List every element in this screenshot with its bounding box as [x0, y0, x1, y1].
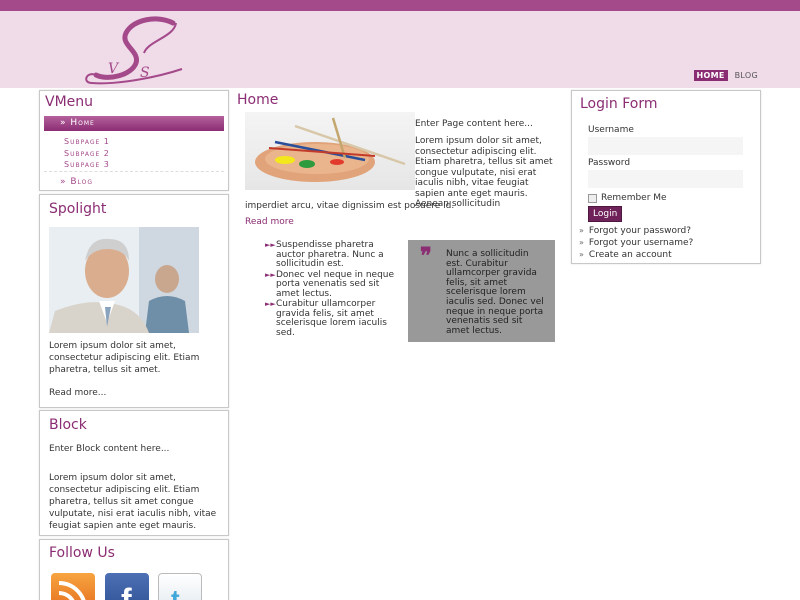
username-field[interactable]	[588, 137, 743, 155]
follow-us-title: Follow Us	[49, 545, 115, 561]
facebook-icon[interactable]: f	[105, 573, 149, 600]
block-intro: Enter Block content here...	[49, 444, 170, 454]
site-header: V S HOME BLOG	[0, 11, 800, 88]
vmenu-title: VMenu	[45, 94, 94, 110]
remember-me-label: Remember Me	[601, 193, 667, 203]
nav-home[interactable]: HOME	[693, 70, 728, 81]
list-item: ►► Suspendisse pharetra auctor pharetra. …	[265, 240, 384, 269]
bullet-list: ►► Suspendisse pharetra auctor pharetra. …	[265, 240, 395, 339]
remember-me: Remember Me	[588, 193, 667, 203]
top-nav: HOME BLOG	[693, 70, 761, 81]
remember-me-checkbox[interactable]	[588, 193, 597, 203]
vmenu-item-home[interactable]: » Home	[44, 116, 224, 131]
block-box: Block Enter Block content here... Lorem …	[39, 410, 229, 536]
svg-text:t: t	[171, 584, 180, 600]
list-item: ►► Donec vel neque in neque porta venenat…	[265, 269, 395, 299]
chevron-right-icon: »	[579, 238, 584, 247]
site-logo[interactable]: V S	[78, 15, 188, 87]
quote-text: Nunc a sollicitudin est. Curabitur ullam…	[446, 249, 544, 336]
vmenu-item-subpage-2[interactable]: Subpage 2	[64, 149, 110, 158]
palette-image	[245, 112, 415, 190]
main-paragraph: Lorem ipsum dolor sit amet, consectetur …	[415, 136, 553, 209]
main-paragraph-continued: imperdiet arcu, vitae dignissim est posu…	[245, 201, 455, 211]
login-links: » Forgot your password? » Forgot your user…	[579, 225, 693, 261]
forgot-password-link[interactable]: » Forgot your password?	[579, 225, 693, 237]
list-item: ►► Curabitur ullamcorper gravida felis, s…	[265, 299, 387, 338]
login-button[interactable]: Login	[588, 206, 623, 222]
twitter-icon[interactable]: t	[158, 573, 202, 600]
main-read-more[interactable]: Read more	[245, 217, 294, 227]
page-title: Home	[237, 92, 279, 108]
nav-blog[interactable]: BLOG	[732, 70, 761, 81]
password-label: Password	[588, 158, 631, 168]
block-title: Block	[49, 417, 87, 433]
rss-icon[interactable]	[51, 573, 95, 600]
vmenu-box: VMenu » Home Subpage 1 Subpage 2 Subpage…	[39, 90, 229, 191]
double-arrow-icon: ►►	[265, 300, 276, 308]
chevron-right-icon: »	[579, 226, 584, 235]
vmenu-item-subpage-3[interactable]: Subpage 3	[64, 160, 110, 169]
double-arrow-icon: ►►	[265, 241, 276, 249]
spotlight-photo	[49, 227, 199, 333]
svg-text:f: f	[121, 582, 132, 600]
quote-box: ❞ Nunc a sollicitudin est. Curabitur ull…	[408, 240, 555, 342]
quote-icon: ❞	[420, 243, 432, 269]
password-field[interactable]	[588, 170, 743, 188]
vmenu-item-subpage-1[interactable]: Subpage 1	[64, 137, 110, 146]
vmenu-divider	[44, 171, 224, 172]
block-text: Lorem ipsum dolor sit amet, consectetur …	[49, 473, 217, 531]
spotlight-text: Lorem ipsum dolor sit amet, consectetur …	[49, 341, 200, 375]
login-title: Login Form	[580, 96, 658, 112]
spotlight-read-more[interactable]: Read more...	[49, 388, 106, 398]
spotlight-box: Spolight Lorem ipsum dolor sit amet, con…	[39, 194, 229, 408]
create-account-link[interactable]: » Create an account	[579, 249, 693, 261]
follow-us-box: Follow Us f t	[39, 539, 229, 600]
double-arrow-icon: ►►	[265, 270, 276, 279]
login-box: Login Form Username Password Remember Me…	[571, 90, 761, 264]
vmenu-item-blog[interactable]: » Blog	[60, 177, 93, 187]
enter-page-text: Enter Page content here...	[415, 119, 533, 129]
svg-text:S: S	[140, 65, 150, 81]
top-accent-bar	[0, 0, 800, 11]
spotlight-title: Spolight	[49, 201, 107, 217]
username-label: Username	[588, 125, 634, 135]
forgot-username-link[interactable]: » Forgot your username?	[579, 237, 693, 249]
chevron-right-icon: »	[579, 250, 584, 259]
